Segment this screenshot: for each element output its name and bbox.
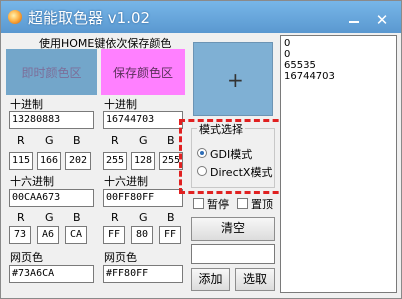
saved-color-label: 保存颜色区 <box>112 65 173 80</box>
main-window: 超能取色器 v1.02 ✕ 使用HOME键依次保存颜色 即时颜色区 保存颜色区 … <box>0 0 402 299</box>
mode-selection-group: 模式选择 GDI模式 DirectX模式 <box>191 121 275 188</box>
minimize-button[interactable] <box>346 14 362 28</box>
right-hex-field[interactable]: 00FF80FF <box>103 189 183 207</box>
input-field[interactable] <box>191 244 275 264</box>
color-history-list[interactable]: 0 0 65535 16744703 <box>280 35 397 293</box>
right-r-field[interactable]: 255 <box>103 152 127 170</box>
right-b-field[interactable]: 255 <box>159 152 183 170</box>
left-web-label: 网页色 <box>10 251 43 264</box>
left-g-label: G <box>45 134 54 147</box>
right-web-label: 网页色 <box>104 251 137 264</box>
left-g-field[interactable]: 166 <box>37 152 61 170</box>
directx-mode-radio[interactable] <box>197 166 207 176</box>
right-b-label: B <box>167 134 175 147</box>
topmost-checkbox[interactable] <box>237 198 248 209</box>
close-icon[interactable]: ✕ <box>374 13 390 28</box>
left-hex-g-label: G <box>45 211 54 224</box>
title-bar[interactable]: 超能取色器 v1.02 ✕ <box>1 1 401 33</box>
right-decimal-field[interactable]: 16744703 <box>103 111 183 129</box>
left-b-field[interactable]: 202 <box>65 152 91 170</box>
left-web-field[interactable]: #73A6CA <box>9 265 94 283</box>
right-decimal-label: 十进制 <box>104 98 137 111</box>
left-hex-field[interactable]: 00CAA673 <box>9 189 94 207</box>
right-hex-g-field[interactable]: 80 <box>131 226 153 244</box>
right-web-field[interactable]: #FF80FF <box>103 265 183 283</box>
left-hex-b-field[interactable]: CA <box>65 226 87 244</box>
left-r-field[interactable]: 115 <box>9 152 33 170</box>
gdi-mode-label[interactable]: GDI模式 <box>210 146 252 162</box>
clear-button[interactable]: 清空 <box>191 217 275 241</box>
left-b-label: B <box>73 134 81 147</box>
list-item[interactable]: 16744703 <box>284 71 393 82</box>
right-r-label: R <box>111 134 119 147</box>
left-decimal-field[interactable]: 13280883 <box>9 111 94 129</box>
pick-button[interactable]: 选取 <box>235 268 275 291</box>
left-hex-label: 十六进制 <box>10 175 54 188</box>
list-item[interactable]: 0 <box>284 49 393 60</box>
left-hex-b-label: B <box>73 211 81 224</box>
left-hex-r-label: R <box>17 211 25 224</box>
left-hex-r-field[interactable]: 73 <box>9 226 31 244</box>
crosshair-icon: + <box>227 68 244 92</box>
right-g-label: G <box>139 134 148 147</box>
right-hex-r-field[interactable]: FF <box>103 226 125 244</box>
pause-checkbox[interactable] <box>193 198 204 209</box>
list-item[interactable]: 65535 <box>284 60 393 71</box>
left-r-label: R <box>17 134 25 147</box>
left-hex-g-field[interactable]: A6 <box>37 226 59 244</box>
color-picker-app-icon <box>8 10 22 24</box>
color-preview-area[interactable]: + <box>193 42 273 116</box>
right-hex-label: 十六进制 <box>104 175 148 188</box>
right-g-field[interactable]: 128 <box>131 152 155 170</box>
gdi-mode-radio[interactable] <box>197 148 207 158</box>
pause-label[interactable]: 暂停 <box>207 196 229 212</box>
window-title: 超能取色器 v1.02 <box>28 9 151 27</box>
right-hex-g-label: G <box>139 211 148 224</box>
left-decimal-label: 十进制 <box>10 98 43 111</box>
right-hex-b-label: B <box>167 211 175 224</box>
current-color-swatch: 即时颜色区 <box>6 49 97 95</box>
right-hex-b-field[interactable]: FF <box>159 226 181 244</box>
right-hex-r-label: R <box>111 211 119 224</box>
directx-mode-label[interactable]: DirectX模式 <box>210 164 272 180</box>
list-item[interactable]: 0 <box>284 38 393 49</box>
saved-color-swatch: 保存颜色区 <box>101 49 185 95</box>
add-button[interactable]: 添加 <box>191 268 230 291</box>
topmost-label[interactable]: 置顶 <box>251 196 273 212</box>
current-color-label: 即时颜色区 <box>21 65 82 80</box>
mode-selection-title: 模式选择 <box>197 121 245 137</box>
